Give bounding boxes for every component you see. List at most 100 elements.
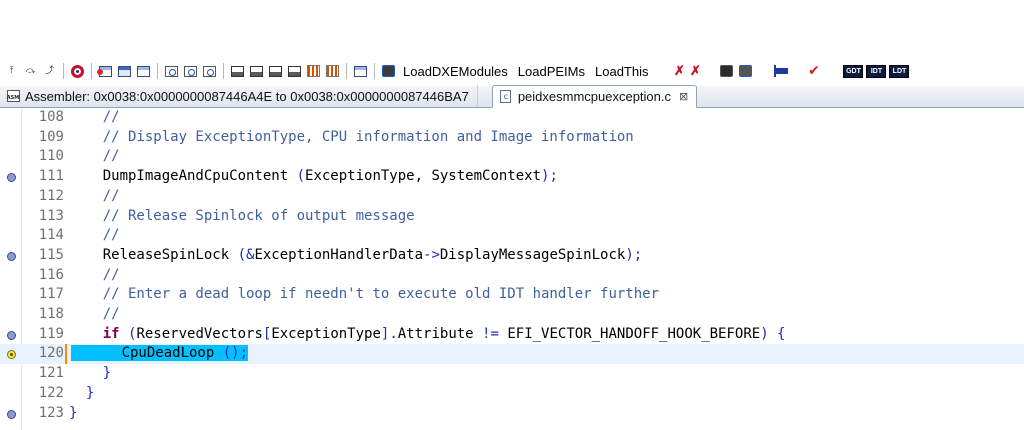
- code-token: // Display ExceptionType, CPU informatio…: [69, 128, 634, 145]
- line-number: 123: [38, 404, 64, 421]
- load-this-button[interactable]: LoadThis: [595, 64, 648, 79]
- chip-icon[interactable]: [381, 64, 396, 79]
- code-token: ReleaseSpinLock: [69, 246, 238, 263]
- code-text: CpuDeadLoop ();: [65, 344, 249, 365]
- code-line[interactable]: 117 // Enter a dead loop if needn't to e…: [0, 285, 1024, 305]
- code-line[interactable]: 123}: [0, 404, 1024, 424]
- window-edit-icon[interactable]: [353, 64, 368, 79]
- line-number: 111: [38, 168, 64, 185]
- code-token: Attribute: [397, 325, 483, 342]
- code-line[interactable]: 113 // Release Spinlock of output messag…: [0, 207, 1024, 227]
- gdt-icon[interactable]: GDT: [843, 64, 864, 78]
- code-line[interactable]: 119 if (ReservedVectors[ExceptionType].A…: [0, 325, 1024, 345]
- code-token: DumpImageAndCpuContent: [69, 168, 297, 185]
- line-number: 122: [38, 384, 64, 401]
- line-number: 115: [38, 246, 64, 263]
- breakpoint-marker-icon[interactable]: [7, 173, 16, 183]
- code-text: //: [69, 187, 120, 207]
- find-icon[interactable]: [164, 64, 179, 79]
- chip-icon[interactable]: [738, 64, 753, 79]
- window-check-icon[interactable]: [136, 64, 151, 79]
- code-token: ();: [222, 345, 249, 362]
- line-number: 118: [38, 306, 64, 322]
- code-token: !=: [482, 325, 499, 342]
- red-x-icon[interactable]: ✗: [671, 63, 687, 79]
- red-x-icon[interactable]: ✗: [687, 63, 703, 79]
- tab-assembler[interactable]: ASM Assembler: 0x0038:0x0000000087446A4E…: [0, 85, 478, 107]
- code-text: //: [69, 226, 120, 246]
- code-text: DumpImageAndCpuContent (ExceptionType, S…: [69, 167, 558, 187]
- gpu-icon[interactable]: [719, 64, 734, 79]
- code-line[interactable]: 118 //: [0, 305, 1024, 325]
- current-instruction-icon[interactable]: [7, 350, 16, 360]
- code-token: }: [69, 404, 78, 421]
- code-token: ExceptionType, SystemContext: [305, 168, 542, 185]
- find-next-icon[interactable]: [183, 64, 198, 79]
- disk-minus-icon[interactable]: [268, 64, 283, 79]
- code-line[interactable]: 110 //: [0, 147, 1024, 167]
- tab-source-file[interactable]: c peidxesmmcpuexception.c ⊠: [491, 85, 698, 108]
- code-text: //: [69, 266, 120, 286]
- editor-tab-bar: ASM Assembler: 0x0038:0x0000000087446A4E…: [0, 85, 1024, 108]
- code-line[interactable]: 114 //: [0, 226, 1024, 246]
- toolbar-separator: [91, 63, 92, 79]
- load-dxe-modules-button[interactable]: LoadDXEModules: [403, 64, 508, 79]
- bars-icon[interactable]: [306, 64, 321, 79]
- toolbar-separator: [157, 63, 158, 79]
- ldt-icon[interactable]: LDT: [889, 64, 910, 78]
- blue-flag-icon[interactable]: [773, 64, 788, 79]
- code-line[interactable]: 121 }: [0, 364, 1024, 384]
- line-number: 109: [38, 128, 64, 145]
- breakpoint-marker-icon[interactable]: [7, 409, 16, 419]
- code-token: EFI_VECTOR_HANDOFF_HOOK_BEFORE: [498, 325, 761, 342]
- indent: [71, 345, 122, 362]
- step-over-icon[interactable]: ⤼: [23, 64, 38, 79]
- code-line[interactable]: 116 //: [0, 266, 1024, 286]
- code-token: // Release Spinlock of output message: [69, 207, 415, 224]
- find-prev-icon[interactable]: [202, 64, 217, 79]
- code-token: //: [69, 266, 120, 283]
- close-icon[interactable]: ⊠: [679, 90, 688, 103]
- code-text: ReleaseSpinLock (&ExceptionHandlerData->…: [69, 246, 642, 266]
- code-line[interactable]: 109 // Display ExceptionType, CPU inform…: [0, 128, 1024, 148]
- disk-plus-icon[interactable]: [249, 64, 264, 79]
- code-line[interactable]: 111 DumpImageAndCpuContent (ExceptionTyp…: [0, 167, 1024, 187]
- check-icon[interactable]: ✔: [806, 64, 821, 79]
- code-token: ExceptionType: [271, 325, 381, 342]
- disk-icon[interactable]: [230, 64, 245, 79]
- current-line-highlight: CpuDeadLoop ();: [121, 345, 249, 362]
- code-line[interactable]: 122 }: [0, 384, 1024, 404]
- code-line[interactable]: 120 CpuDeadLoop ();: [0, 344, 1024, 365]
- code-token: );: [541, 168, 558, 185]
- code-text: //: [69, 147, 120, 167]
- breakpoint-marker-icon[interactable]: [7, 251, 16, 261]
- code-editor[interactable]: 108 //109 // Display ExceptionType, CPU …: [0, 108, 1024, 430]
- breakpoint-marker-icon[interactable]: [7, 330, 16, 340]
- toolbar-separator: [346, 63, 347, 79]
- code-token: ReservedVectors: [136, 325, 263, 342]
- bars-blue-icon[interactable]: [325, 64, 340, 79]
- code-text: }: [69, 384, 94, 404]
- target-icon[interactable]: [70, 64, 85, 79]
- disk-list-icon[interactable]: [287, 64, 302, 79]
- code-text: }: [69, 364, 111, 384]
- code-text: // Display ExceptionType, CPU informatio…: [69, 128, 634, 148]
- code-text: if (ReservedVectors[ExceptionType].Attri…: [69, 325, 786, 345]
- code-token: //: [69, 227, 120, 244]
- line-number: 121: [38, 365, 64, 382]
- code-token: ) {: [760, 325, 786, 342]
- line-number: 112: [38, 187, 64, 204]
- code-line[interactable]: 108 //: [0, 108, 1024, 128]
- window-red-icon[interactable]: [97, 64, 113, 79]
- idt-icon[interactable]: IDT: [866, 64, 887, 78]
- window-icon[interactable]: [117, 64, 132, 79]
- step-out-icon[interactable]: ⤴: [42, 64, 57, 79]
- code-token: //: [69, 109, 120, 125]
- code-line[interactable]: 115 ReleaseSpinLock (&ExceptionHandlerDa…: [0, 246, 1024, 266]
- load-peims-button[interactable]: LoadPEIMs: [518, 64, 585, 79]
- step-into-icon[interactable]: ⤒: [4, 64, 19, 79]
- c-file-icon: c: [499, 90, 513, 104]
- code-line[interactable]: 112 //: [0, 187, 1024, 207]
- code-token: if: [102, 325, 120, 342]
